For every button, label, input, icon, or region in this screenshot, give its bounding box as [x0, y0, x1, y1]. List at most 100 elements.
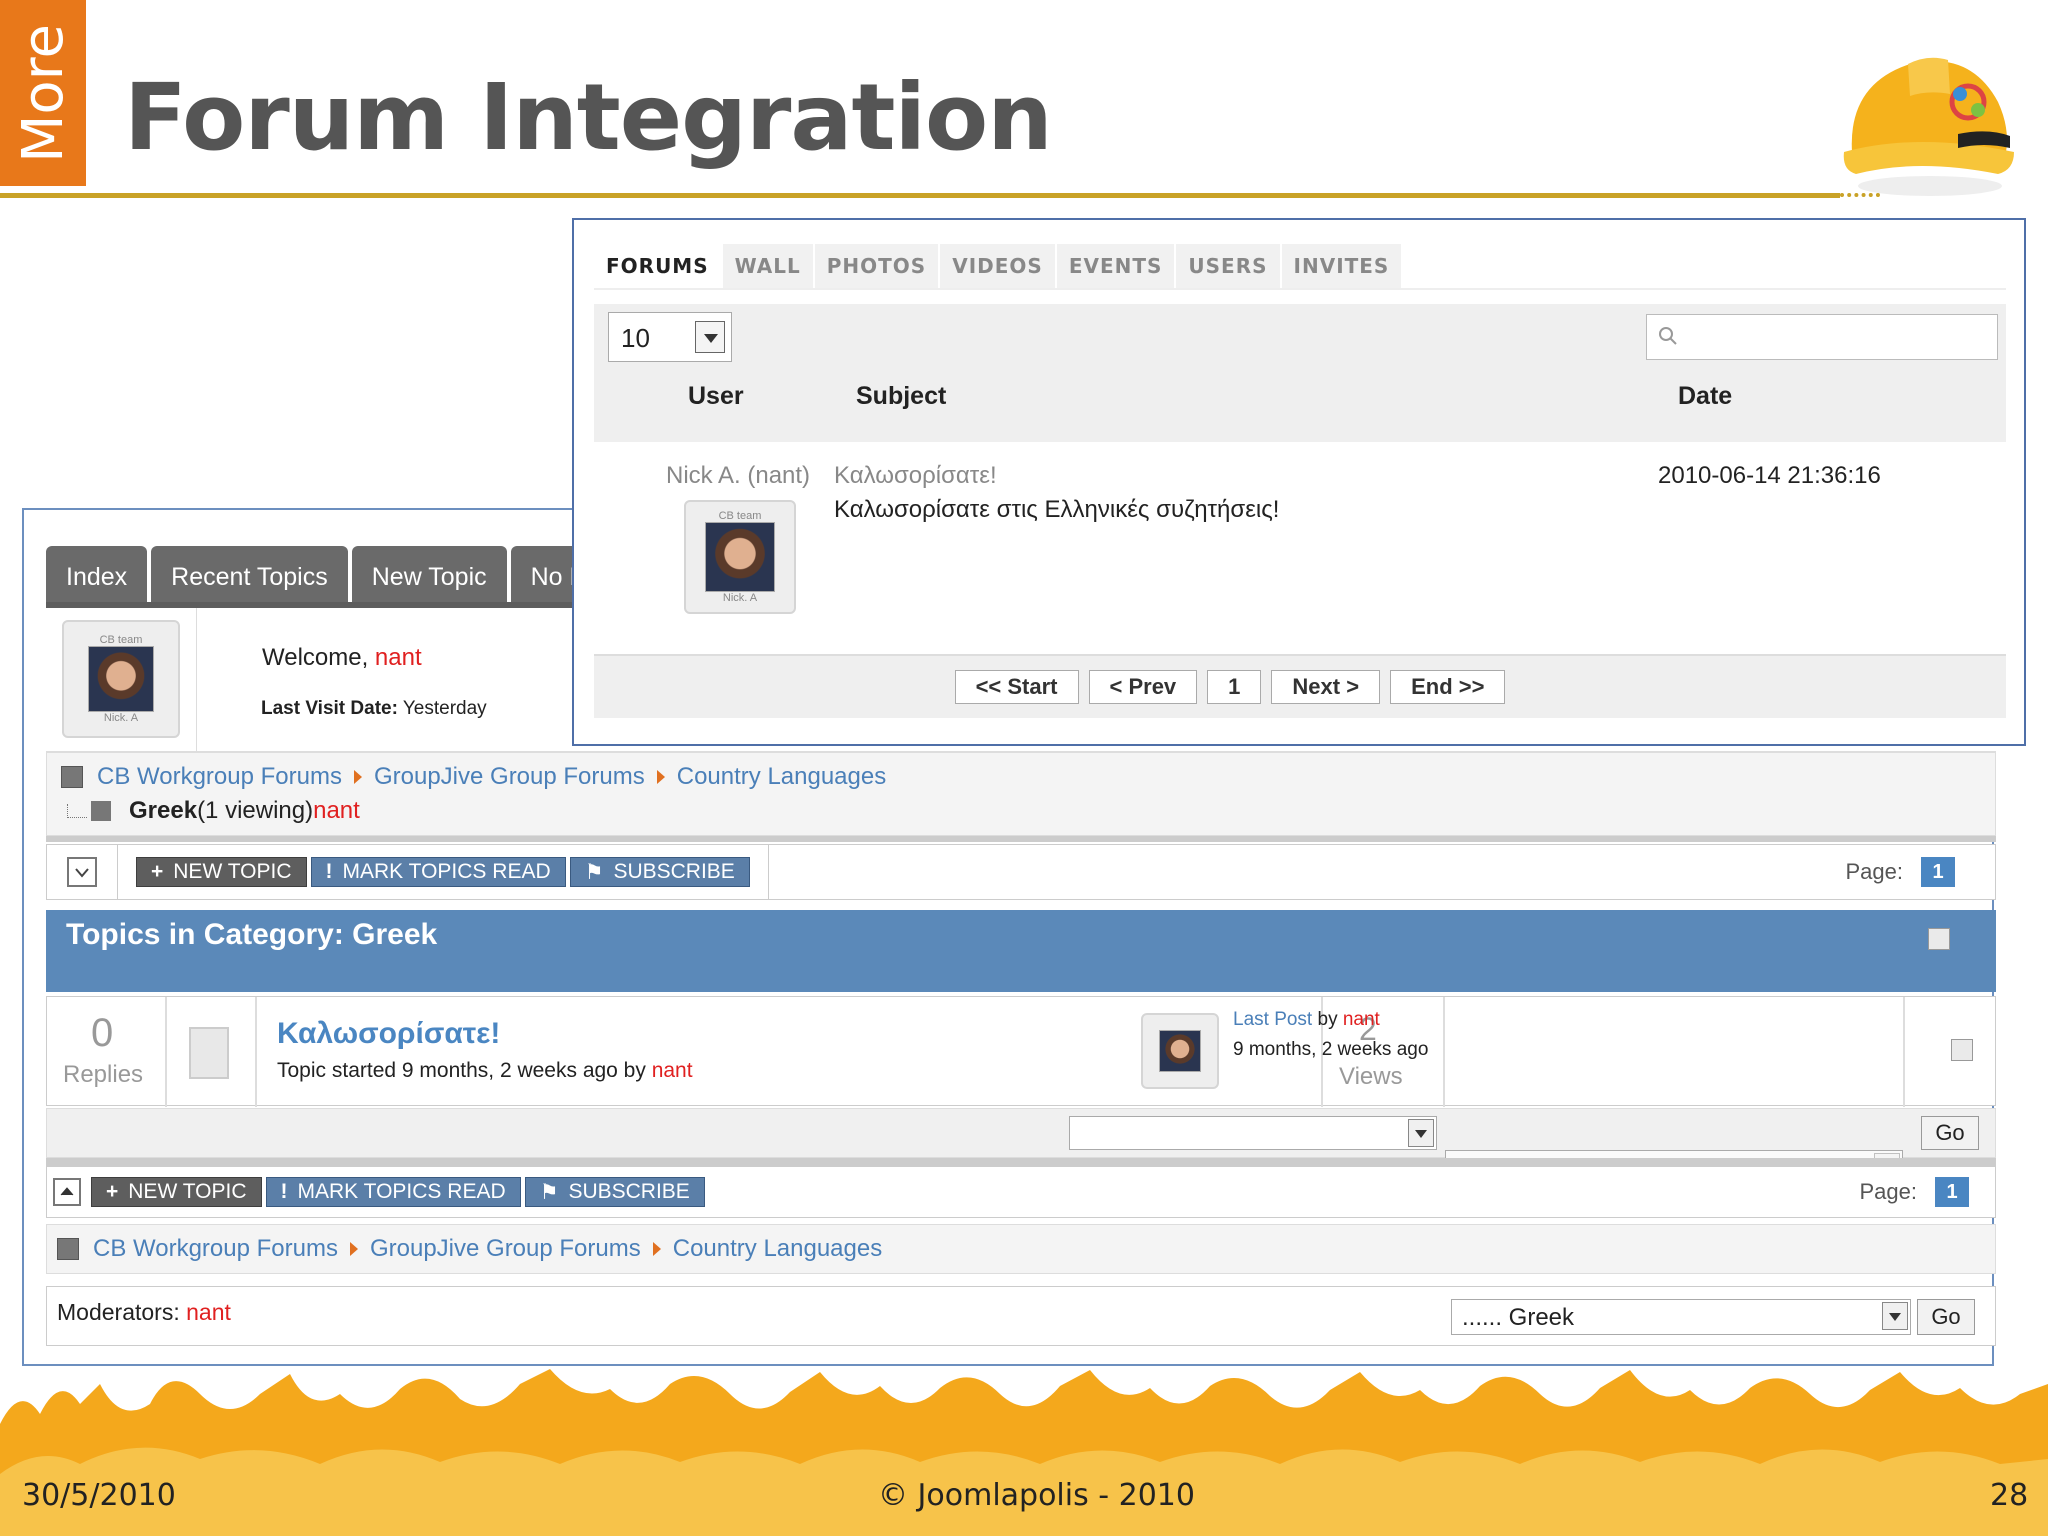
- forum-jump-select[interactable]: ...... Greek: [1451, 1299, 1911, 1335]
- page-number-button[interactable]: 1: [1921, 857, 1955, 887]
- page-size-select[interactable]: 10: [608, 312, 732, 362]
- bulk-action-select[interactable]: [1069, 1116, 1437, 1150]
- mark-topics-read-button[interactable]: ! MARK TOPICS READ: [265, 1177, 521, 1207]
- topic-title-link[interactable]: Καλωσορίσατε!: [277, 1017, 500, 1051]
- flag-icon: ⚑: [584, 860, 604, 884]
- forum-icon: [61, 766, 83, 788]
- row-subject-link[interactable]: Καλωσορίσατε!: [834, 462, 997, 490]
- breadcrumb-top: CB Workgroup Forums GroupJive Group Foru…: [46, 752, 1996, 836]
- page-label: Page:: [1859, 1179, 1918, 1204]
- welcome-user-link[interactable]: nant: [375, 644, 422, 671]
- flag-icon: ⚑: [539, 1180, 559, 1204]
- pager-prev-button[interactable]: < Prev: [1088, 670, 1198, 704]
- footer-date: 30/5/2010: [22, 1478, 176, 1513]
- group-tab-underline: [594, 288, 2006, 290]
- welcome-text: Welcome, nant: [262, 644, 422, 672]
- pager-start-button[interactable]: << Start: [954, 670, 1079, 704]
- user-photo: [705, 522, 775, 592]
- footer-page-number: 28: [1990, 1478, 2029, 1513]
- avatar-badge: CB team: [718, 510, 762, 522]
- mark-topics-read-button[interactable]: ! MARK TOPICS READ: [310, 857, 566, 887]
- breadcrumb-arrow-icon: [349, 1242, 358, 1256]
- search-input[interactable]: [1646, 314, 1998, 360]
- topic-checkbox[interactable]: [1951, 1039, 1973, 1061]
- row-date: 2010-06-14 21:36:16: [1658, 462, 1881, 489]
- breadcrumb-link-workgroup[interactable]: CB Workgroup Forums: [93, 1235, 338, 1263]
- avatar-caption: Nick. A: [722, 592, 758, 604]
- last-visit-label: Last Visit Date:: [261, 698, 398, 719]
- pager-next-button[interactable]: Next >: [1271, 670, 1381, 704]
- last-post-link[interactable]: Last Post: [1233, 1009, 1312, 1030]
- tab-photos[interactable]: PHOTOS: [814, 244, 939, 288]
- subscribe-button[interactable]: ⚑ SUBSCRIBE: [524, 1177, 705, 1207]
- new-topic-button[interactable]: + NEW TOPIC: [136, 857, 307, 887]
- breadcrumb-arrow-icon: [652, 1242, 661, 1256]
- category-header: Topics in Category: Greek: [46, 910, 1996, 992]
- tab-recent-topics[interactable]: Recent Topics: [151, 546, 348, 608]
- tree-line-icon: [67, 804, 87, 818]
- group-panel: FORUMS WALL PHOTOS VIDEOS EVENTS USERS I…: [572, 218, 2026, 746]
- row-avatar[interactable]: CB team Nick. A: [684, 500, 796, 614]
- hard-hat-logo-icon: [1843, 57, 2014, 196]
- viewing-user-link[interactable]: nant: [313, 797, 360, 825]
- pager-page-1[interactable]: 1: [1207, 670, 1262, 704]
- pager-end-button[interactable]: End >>: [1390, 670, 1506, 704]
- page-label: Page:: [1845, 859, 1904, 884]
- pagination: << Start < Prev 1 Next > End >>: [594, 654, 2006, 718]
- col-header-user[interactable]: User: [688, 382, 744, 411]
- page-number-button[interactable]: 1: [1935, 1177, 1969, 1207]
- new-topic-button[interactable]: + NEW TOPIC: [91, 1177, 262, 1207]
- subscribe-button[interactable]: ⚑ SUBSCRIBE: [569, 857, 750, 887]
- col-header-subject[interactable]: Subject: [856, 382, 946, 411]
- chevron-down-icon: [1882, 1302, 1908, 1330]
- replies-count: 0: [91, 1011, 114, 1055]
- moderators-text: Moderators: nant: [57, 1299, 231, 1326]
- tab-videos[interactable]: VIDEOS: [940, 244, 1055, 288]
- collapse-toggle[interactable]: [53, 1178, 81, 1206]
- topic-meta-text: Topic started 9 months, 2 weeks ago by: [277, 1059, 652, 1082]
- moderators-row: Moderators: nant ...... Greek Go: [46, 1286, 1996, 1346]
- bulk-go-button[interactable]: Go: [1921, 1116, 1979, 1150]
- moderators-label: Moderators:: [57, 1299, 187, 1325]
- group-tabs: FORUMS WALL PHOTOS VIDEOS EVENTS USERS I…: [594, 244, 1402, 288]
- last-post-user-link[interactable]: nant: [1343, 1009, 1380, 1030]
- row-user-link[interactable]: Nick A. (nant): [666, 462, 810, 490]
- tab-invites[interactable]: INVITES: [1281, 244, 1402, 288]
- chevron-down-icon: [695, 321, 725, 353]
- group-topic-row: Nick A. (nant) CB team Nick. A Καλωσορίσ…: [594, 442, 2006, 630]
- replies-label: Replies: [63, 1061, 144, 1088]
- breadcrumb-link-groupjive[interactable]: GroupJive Group Forums: [370, 1235, 641, 1263]
- tab-new-topic[interactable]: New Topic: [351, 546, 507, 608]
- tab-events[interactable]: EVENTS: [1056, 244, 1175, 288]
- chevron-down-icon: [1408, 1119, 1434, 1147]
- last-post-avatar[interactable]: [1141, 1013, 1219, 1089]
- breadcrumb-link-workgroup[interactable]: CB Workgroup Forums: [97, 763, 342, 791]
- slide-title: Forum Integration: [124, 64, 1053, 171]
- last-visit-value: Yesterday: [397, 698, 487, 719]
- tab-forums[interactable]: FORUMS: [594, 244, 721, 288]
- side-tab-label: More: [10, 23, 76, 163]
- moderator-user-link[interactable]: nant: [186, 1299, 231, 1325]
- select-all-checkbox[interactable]: [1928, 928, 1950, 950]
- chevron-down-icon: [75, 868, 89, 878]
- title-rule: [0, 193, 1840, 198]
- page-size-value: 10: [621, 323, 650, 353]
- views-label: Views: [1339, 1063, 1403, 1090]
- bulk-action-bar: Go: [46, 1108, 1996, 1184]
- topic-author-link[interactable]: nant: [652, 1059, 693, 1082]
- new-topic-label: NEW TOPIC: [173, 860, 292, 883]
- col-header-date[interactable]: Date: [1678, 382, 1732, 411]
- breadcrumb-link-country[interactable]: Country Languages: [673, 1235, 882, 1263]
- last-post-info: Last Post by nant: [1233, 1009, 1380, 1031]
- tab-index[interactable]: Index: [46, 546, 148, 608]
- collapse-toggle[interactable]: [67, 857, 97, 887]
- tab-users[interactable]: USERS: [1176, 244, 1280, 288]
- welcome-avatar[interactable]: CB team Nick. A: [62, 620, 180, 738]
- avatar-caption: Nick. A: [103, 712, 139, 724]
- avatar-badge: CB team: [99, 634, 143, 646]
- breadcrumb-link-country[interactable]: Country Languages: [677, 763, 886, 791]
- forum-jump-go-button[interactable]: Go: [1917, 1299, 1975, 1335]
- viewing-count: (1 viewing): [197, 797, 314, 824]
- breadcrumb-link-groupjive[interactable]: GroupJive Group Forums: [374, 763, 645, 791]
- tab-wall[interactable]: WALL: [722, 244, 813, 288]
